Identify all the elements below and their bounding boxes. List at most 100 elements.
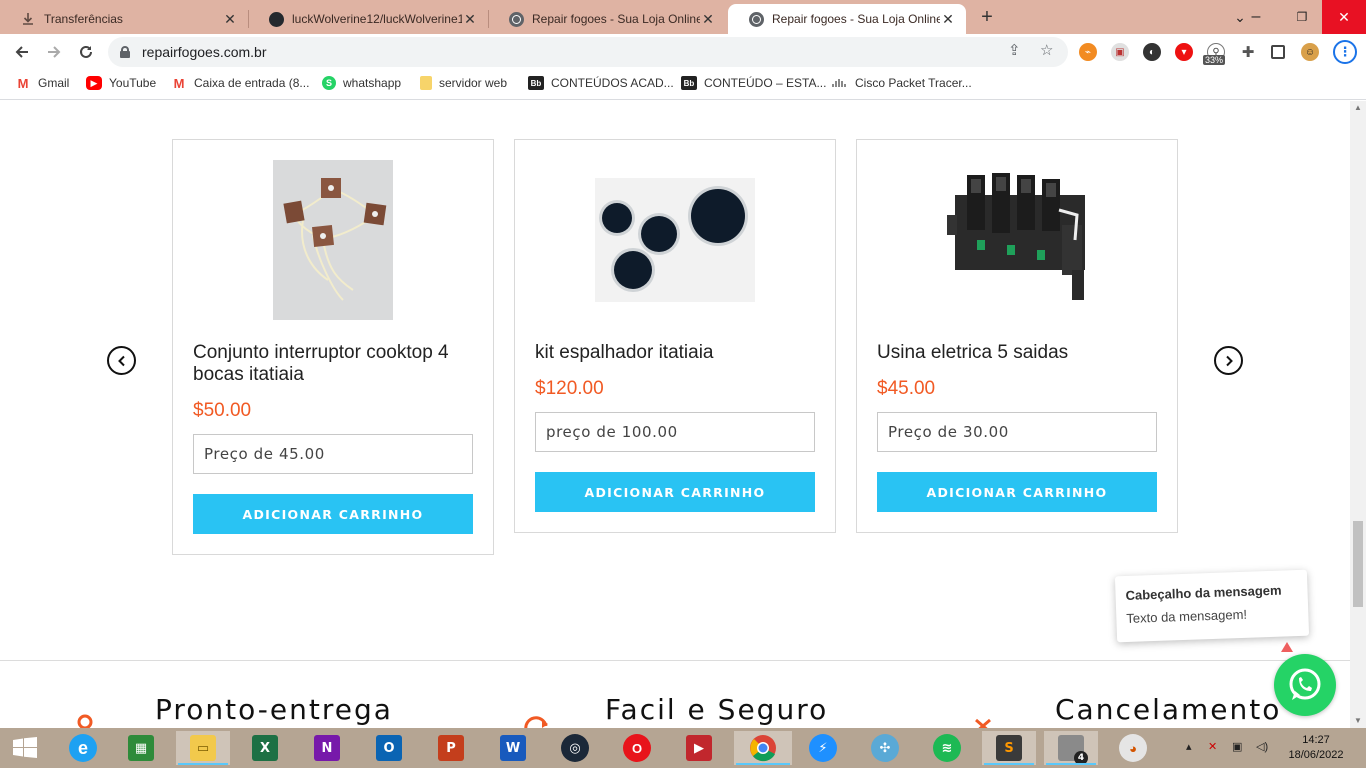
lock-icon[interactable] — [120, 46, 130, 58]
gmail-icon: M — [17, 75, 29, 91]
toast-header: Cabeçalho da mensagem — [1125, 582, 1282, 604]
network-warning-icon[interactable]: ✕ — [1208, 740, 1217, 753]
add-to-cart-button[interactable]: ADICIONAR CARRINHO — [535, 472, 815, 512]
product-image[interactable] — [535, 160, 815, 320]
extension-icon[interactable]: ⌁ — [1079, 43, 1097, 61]
bookmark-label: CONTEÚDOS ACAD... — [551, 76, 674, 90]
product-title[interactable]: Usina eletrica 5 saidas — [877, 342, 1157, 364]
tab-github[interactable]: luckWolverine12/luckWolverine1 ✕ — [248, 4, 488, 34]
globe-icon — [508, 11, 524, 27]
star-icon[interactable]: ☆ — [1040, 41, 1053, 59]
share-icon[interactable]: ⇪ — [1008, 41, 1021, 59]
bookmark-conteudos-acad[interactable]: Bb CONTEÚDOS ACAD... — [528, 76, 674, 90]
bookmark-cisco[interactable]: Cisco Packet Tracer... — [832, 76, 972, 90]
price-offer-input[interactable] — [193, 434, 473, 474]
blackboard-icon: Bb — [528, 76, 544, 90]
whatsapp-icon: S — [322, 76, 336, 90]
bookmark-inbox[interactable]: M Caixa de entrada (8... — [171, 76, 310, 91]
internet-explorer-icon[interactable]: e — [56, 731, 110, 765]
file-explorer-icon[interactable]: ▭ — [176, 731, 230, 765]
microsoft-store-icon[interactable]: ▦ — [114, 731, 168, 765]
tray-chevron-icon[interactable]: ▴ — [1186, 740, 1192, 753]
carousel-prev-button[interactable] — [107, 346, 136, 375]
page-scrollbar[interactable]: ▲ ▼ — [1350, 101, 1366, 728]
price-offer-input[interactable] — [535, 412, 815, 452]
cancel-icon — [975, 718, 991, 728]
product-image[interactable] — [193, 160, 473, 320]
tab-title: Transferências — [44, 12, 123, 26]
location-pin-icon — [77, 714, 93, 728]
network-icon[interactable]: ▣ — [1232, 740, 1242, 753]
tab-repair-fogoes[interactable]: Repair fogoes - Sua Loja Online ✕ — [488, 4, 726, 34]
powerpoint-icon[interactable]: P — [424, 731, 478, 765]
outlook-icon[interactable]: O — [362, 731, 416, 765]
product-title[interactable]: kit espalhador itatiaia — [535, 342, 815, 364]
excel-icon[interactable]: X — [238, 731, 292, 765]
product-image[interactable] — [877, 160, 1157, 320]
close-icon[interactable]: ✕ — [700, 11, 716, 28]
windows-taskbar: e ▦ ▭ X N O P W ◎ O ▶ ⚡ ✣ ≋ S 4 ◕ ▴ ✕ ▣ … — [0, 728, 1366, 768]
shield-icon[interactable]: ▾ — [1175, 43, 1193, 61]
address-bar[interactable]: repairfogoes.com.br — [108, 37, 1068, 67]
bookmark-servidor-web[interactable]: servidor web — [420, 76, 507, 90]
feature-title: Facil e Seguro — [605, 693, 829, 726]
window-close-icon[interactable]: ✕ — [1322, 0, 1366, 34]
bookmark-youtube[interactable]: ▶ YouTube — [86, 76, 156, 90]
tab-title: luckWolverine12/luckWolverine1 — [292, 12, 462, 26]
folder-icon — [420, 76, 432, 90]
price-offer-input[interactable] — [877, 412, 1157, 452]
bookmark-label: servidor web — [439, 76, 508, 90]
close-icon[interactable]: ✕ — [940, 11, 956, 28]
onenote-icon[interactable]: N — [300, 731, 354, 765]
product-price: $120.00 — [535, 378, 604, 399]
globe-icon — [748, 11, 764, 27]
restore-icon[interactable]: ❐ — [1280, 0, 1324, 34]
toast-text: Texto da mensagem! — [1126, 606, 1248, 626]
game-controller-icon[interactable]: ✣ — [858, 731, 912, 765]
close-icon[interactable]: ✕ — [462, 11, 478, 28]
spotify-icon[interactable]: ≋ — [920, 731, 974, 765]
avatar[interactable]: ☺ — [1301, 43, 1319, 61]
messenger-icon[interactable]: ⚡ — [796, 731, 850, 765]
refresh-icon — [524, 716, 548, 728]
chrome-icon[interactable] — [734, 731, 792, 765]
scroll-thumb[interactable] — [1353, 521, 1363, 607]
steam-icon[interactable]: ◎ — [548, 731, 602, 765]
forward-arrow-icon[interactable] — [40, 38, 68, 66]
start-icon[interactable] — [0, 731, 50, 765]
product-price: $50.00 — [193, 400, 252, 421]
virtual-desktop-icon[interactable]: 4 — [1044, 731, 1098, 765]
side-panel-icon[interactable] — [1271, 45, 1285, 59]
tab-downloads[interactable]: Transferências ✕ — [0, 4, 248, 34]
word-icon[interactable]: W — [486, 731, 540, 765]
bookmark-whatsapp[interactable]: S whatshapp — [322, 76, 401, 90]
new-tab-button[interactable]: + — [976, 6, 998, 28]
close-icon[interactable]: ✕ — [222, 11, 238, 28]
scroll-down-icon[interactable]: ▼ — [1350, 714, 1366, 728]
scroll-up-icon[interactable]: ▲ — [1350, 101, 1366, 115]
bookmark-conteudo-esta[interactable]: Bb CONTEÚDO – ESTA... — [681, 76, 826, 90]
opera-icon[interactable]: O — [610, 731, 664, 765]
system-clock[interactable]: 14:27 18/06/2022 — [1286, 733, 1346, 763]
bookmark-label: Caixa de entrada (8... — [194, 76, 310, 90]
back-arrow-icon[interactable] — [8, 38, 36, 66]
extension-icon[interactable]: ▣ — [1111, 43, 1129, 61]
bookmark-gmail[interactable]: M Gmail — [15, 75, 70, 91]
carousel-next-button[interactable] — [1214, 346, 1243, 375]
minimize-icon[interactable]: – — [1234, 0, 1278, 34]
puzzle-icon[interactable]: ✚ — [1239, 43, 1257, 61]
tab-repair-fogoes-active[interactable]: Repair fogoes - Sua Loja Online ✕ — [728, 4, 966, 34]
add-to-cart-button[interactable]: ADICIONAR CARRINHO — [877, 472, 1157, 512]
paint-icon[interactable]: ◕ — [1106, 731, 1160, 765]
volume-icon[interactable]: ◁) — [1256, 740, 1268, 753]
whatsapp-chat-button[interactable] — [1274, 654, 1336, 716]
tab-strip: Transferências ✕ luckWolverine12/luckWol… — [0, 0, 1366, 34]
message-toast[interactable]: Cabeçalho da mensagem Texto da mensagem! — [1114, 569, 1310, 643]
video-player-icon[interactable]: ▶ — [672, 731, 726, 765]
product-title[interactable]: Conjunto interruptor cooktop 4 bocas ita… — [193, 342, 473, 386]
extension-icon[interactable]: ◐ — [1143, 43, 1161, 61]
reload-icon[interactable] — [72, 38, 100, 66]
menu-icon[interactable]: ⋮ — [1333, 40, 1357, 64]
sublime-text-icon[interactable]: S — [982, 731, 1036, 765]
add-to-cart-button[interactable]: ADICIONAR CARRINHO — [193, 494, 473, 534]
